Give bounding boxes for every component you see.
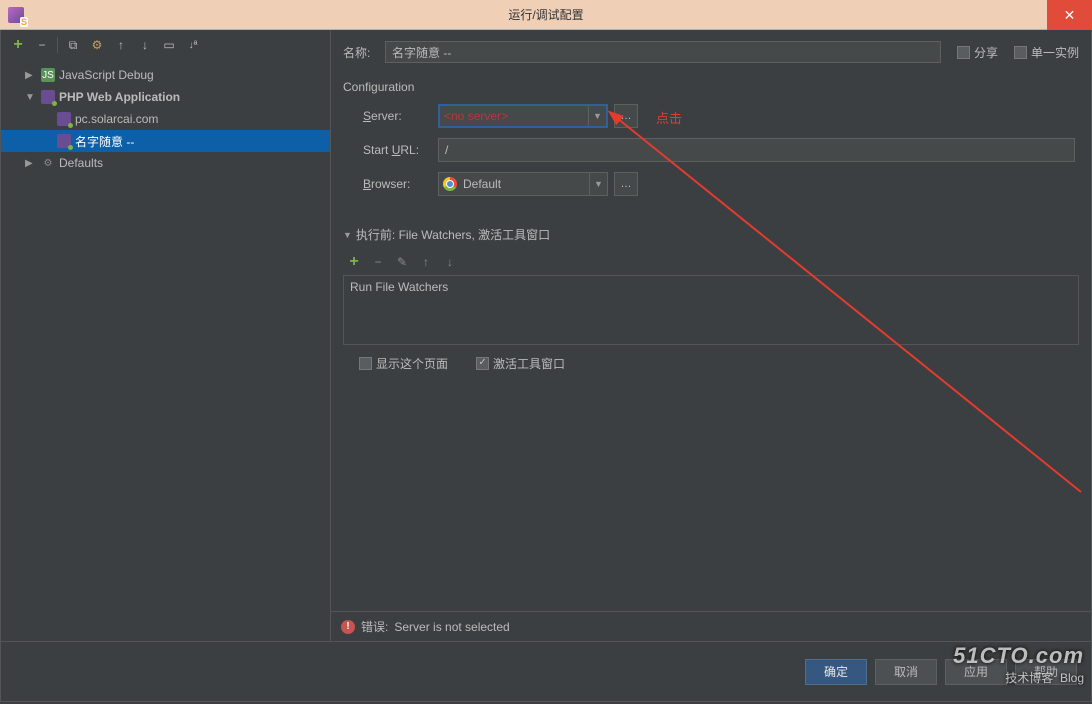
window-title: 运行/调试配置 [508, 6, 583, 23]
configuration-title: Configuration [343, 80, 1079, 94]
main-container: + − ⧉ ⚙ ↑ ↓ ▭ ↓ª ▶ JS JavaScript Debug ▼… [0, 30, 1092, 642]
close-button[interactable]: ✕ [1047, 0, 1092, 30]
folder-button[interactable]: ▭ [158, 34, 180, 56]
php-icon [57, 112, 71, 126]
browser-label: Browser: [363, 177, 438, 191]
server-combo[interactable]: <no server> ▼ [438, 104, 608, 128]
share-checkbox[interactable]: 分享 [957, 44, 998, 61]
app-icon [8, 7, 24, 23]
checkbox-icon [476, 357, 489, 370]
config-toolbar: + − ⧉ ⚙ ↑ ↓ ▭ ↓ª [1, 30, 330, 60]
task-down-button[interactable]: ↓ [439, 251, 461, 273]
tree-label: 名字随意 -- [75, 133, 134, 150]
watermark-sub: 技术博客 Blog [953, 669, 1084, 686]
server-browse-button[interactable]: … [614, 104, 638, 128]
task-up-button[interactable]: ↑ [415, 251, 437, 273]
list-item: Run File Watchers [350, 280, 448, 294]
activate-tool-checkbox[interactable]: 激活工具窗口 [476, 355, 565, 372]
tree-item-defaults[interactable]: ▶ ⚙ Defaults [1, 152, 330, 174]
dialog-footer: 确定 取消 应用 帮助 [0, 642, 1092, 702]
start-url-input[interactable] [438, 138, 1075, 162]
checkbox-label: 分享 [974, 44, 998, 61]
expander-icon: ▶ [25, 158, 37, 169]
edit-task-button[interactable]: ✎ [391, 251, 413, 273]
single-instance-checkbox[interactable]: 单一实例 [1014, 44, 1079, 61]
copy-config-button[interactable]: ⧉ [62, 34, 84, 56]
browser-combo[interactable]: Default ▼ [438, 172, 608, 196]
add-task-button[interactable]: + [343, 251, 365, 273]
expander-icon: ▼ [343, 230, 352, 240]
bottom-options: 显示这个页面 激活工具窗口 [343, 355, 1079, 372]
separator [57, 37, 58, 53]
right-pane: 名称: 分享 单一实例 Configuration Server: <no se… [331, 30, 1091, 641]
chrome-icon [443, 177, 457, 191]
add-config-button[interactable]: + [7, 34, 29, 56]
tree-item-php-web[interactable]: ▼ PHP Web Application [1, 86, 330, 108]
expander-icon: ▶ [25, 70, 37, 81]
ok-button[interactable]: 确定 [805, 659, 867, 685]
left-pane: + − ⧉ ⚙ ↑ ↓ ▭ ↓ª ▶ JS JavaScript Debug ▼… [1, 30, 331, 641]
settings-button[interactable]: ⚙ [86, 34, 108, 56]
checkbox-label: 显示这个页面 [376, 355, 448, 372]
name-input[interactable] [385, 41, 941, 63]
server-value: <no server> [444, 109, 508, 123]
tree-label: JavaScript Debug [59, 68, 154, 82]
checkbox-label: 激活工具窗口 [493, 355, 565, 372]
config-tree: ▶ JS JavaScript Debug ▼ PHP Web Applicat… [1, 60, 330, 641]
cancel-button[interactable]: 取消 [875, 659, 937, 685]
watermark-big: 51CTO.com [953, 643, 1084, 669]
browser-value: Default [463, 177, 501, 191]
browser-row: Browser: Default ▼ … [343, 172, 1079, 196]
js-icon: JS [41, 68, 55, 82]
error-icon: ! [341, 620, 355, 634]
before-launch-list[interactable]: Run File Watchers [343, 275, 1079, 345]
checkbox-icon [957, 46, 970, 59]
tree-label: pc.solarcai.com [75, 112, 158, 126]
tree-item-js-debug[interactable]: ▶ JS JavaScript Debug [1, 64, 330, 86]
chevron-down-icon: ▼ [589, 173, 607, 195]
php-icon [57, 134, 71, 148]
name-row: 名称: 分享 单一实例 [343, 38, 1079, 66]
titlebar: 运行/调试配置 ✕ [0, 0, 1092, 30]
server-label: Server: [363, 109, 438, 123]
checkbox-icon [1014, 46, 1027, 59]
gear-icon: ⚙ [41, 156, 55, 170]
error-message: Server is not selected [394, 620, 509, 634]
show-page-checkbox[interactable]: 显示这个页面 [359, 355, 448, 372]
tree-label: Defaults [59, 156, 103, 170]
move-down-button[interactable]: ↓ [134, 34, 156, 56]
watermark: 51CTO.com 技术博客 Blog [953, 643, 1084, 686]
before-launch-header[interactable]: ▼ 执行前: File Watchers, 激活工具窗口 [343, 226, 1079, 243]
remove-config-button[interactable]: − [31, 34, 53, 56]
tree-label: PHP Web Application [59, 90, 180, 104]
error-label: 错误: [361, 618, 388, 635]
checkbox-icon [359, 357, 372, 370]
sort-button[interactable]: ↓ª [182, 34, 204, 56]
annotation-text: 点击 [656, 108, 682, 127]
move-up-button[interactable]: ↑ [110, 34, 132, 56]
browser-browse-button[interactable]: … [614, 172, 638, 196]
php-icon [41, 90, 55, 104]
start-url-row: Start URL: [343, 138, 1079, 162]
before-launch-toolbar: + − ✎ ↑ ↓ [343, 249, 1079, 275]
tree-item-selected[interactable]: 名字随意 -- [1, 130, 330, 152]
tree-item-pc-solarcai[interactable]: pc.solarcai.com [1, 108, 330, 130]
chevron-down-icon: ▼ [588, 106, 606, 126]
expander-icon: ▼ [25, 92, 37, 103]
before-launch-title: 执行前: File Watchers, 激活工具窗口 [356, 226, 550, 243]
server-row: Server: <no server> ▼ … [343, 104, 1079, 128]
remove-task-button[interactable]: − [367, 251, 389, 273]
before-launch-section: ▼ 执行前: File Watchers, 激活工具窗口 + − ✎ ↑ ↓ R… [343, 226, 1079, 380]
checkbox-label: 单一实例 [1031, 44, 1079, 61]
name-label: 名称: [343, 44, 377, 61]
start-url-label: Start URL: [363, 143, 438, 157]
error-bar: ! 错误: Server is not selected [331, 611, 1091, 641]
